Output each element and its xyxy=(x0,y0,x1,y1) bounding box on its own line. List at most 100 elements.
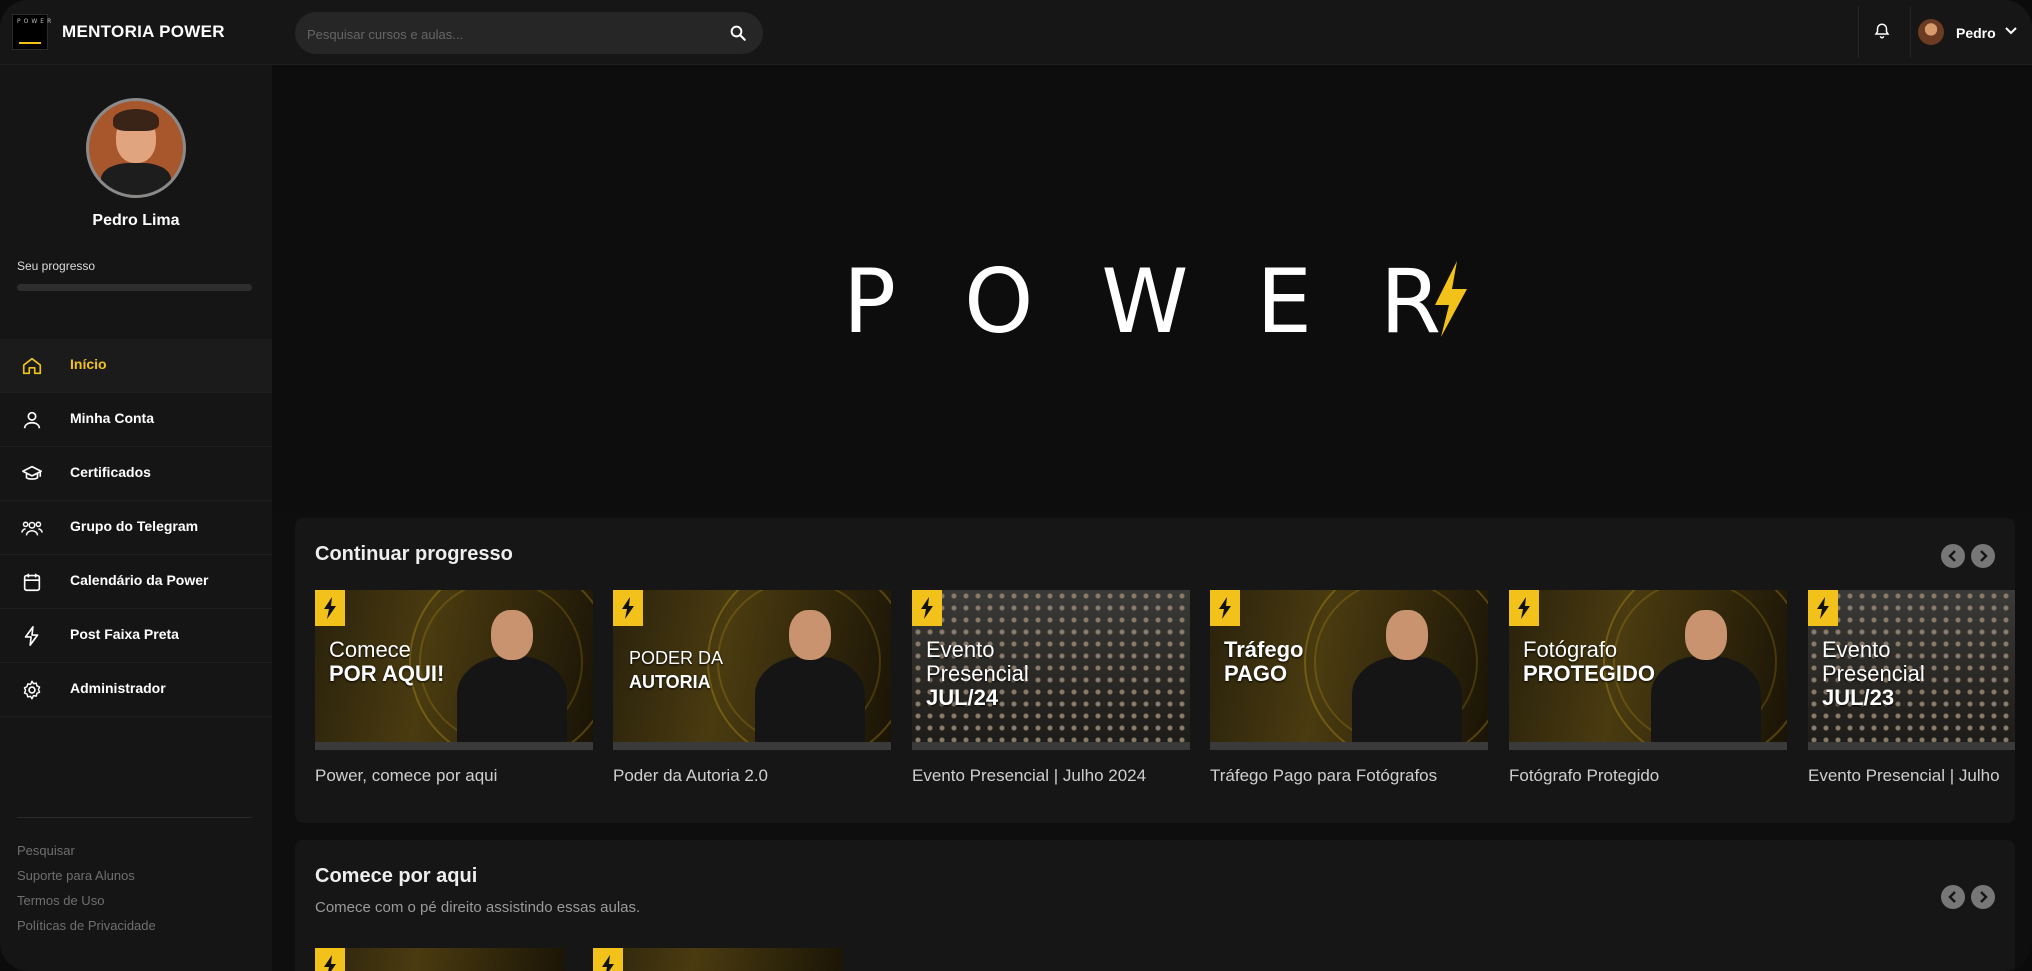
course-card[interactable] xyxy=(315,948,593,971)
carousel-prev-button[interactable] xyxy=(1941,544,1965,568)
carousel-arrows xyxy=(1941,885,1995,909)
section-continuar-progresso: Continuar progresso Comece POR AQUI! Powe… xyxy=(295,518,2015,823)
carousel-next-button[interactable] xyxy=(1971,885,1995,909)
logo-text: POWER xyxy=(17,18,55,25)
user-menu-name: Pedro xyxy=(1956,25,1996,41)
footer-link-privacidade[interactable]: Políticas de Privacidade xyxy=(17,916,156,941)
hero-banner: POWER xyxy=(272,65,2032,513)
search-icon[interactable] xyxy=(729,24,747,42)
lightning-icon xyxy=(324,955,336,971)
course-thumbnail[interactable]: PODER DA AUTORIA xyxy=(613,590,891,750)
graduation-cap-icon xyxy=(22,465,42,480)
logo[interactable]: POWER xyxy=(12,14,55,50)
course-thumbnail[interactable]: Evento Presencial JUL/24 xyxy=(912,590,1190,750)
lightning-icon xyxy=(622,597,634,619)
chevron-right-icon xyxy=(1980,550,1988,562)
course-title[interactable]: Power, comece por aqui xyxy=(315,766,497,786)
top-bar: POWER MENTORIA POWER Pedro xyxy=(0,0,2032,65)
power-badge xyxy=(613,590,643,626)
course-thumbnail[interactable]: Evento Presencial JUL/23 xyxy=(1808,590,2015,750)
thumbnail-title: Fotógrafo PROTEGIDO xyxy=(1523,637,1656,686)
course-thumbnail[interactable]: Tráfego PAGO xyxy=(1210,590,1488,750)
footer-link-pesquisar[interactable]: Pesquisar xyxy=(17,841,156,866)
sidebar-item-minha-conta[interactable]: Minha Conta xyxy=(0,393,272,447)
lightning-icon xyxy=(24,626,39,646)
profile-name: Pedro Lima xyxy=(92,212,180,229)
power-badge xyxy=(912,590,942,626)
thumbnail-title: Tráfego PAGO xyxy=(1224,637,1304,686)
sidebar-item-administrador[interactable]: Administrador xyxy=(0,663,272,717)
power-badge xyxy=(1808,590,1838,626)
course-title[interactable]: Evento Presencial | Julho xyxy=(1808,766,2000,786)
lightning-icon xyxy=(1435,261,1467,337)
lightning-icon xyxy=(1817,597,1829,619)
lightning-icon xyxy=(324,597,336,619)
search-input[interactable] xyxy=(305,12,709,56)
gear-icon xyxy=(23,680,41,700)
course-card[interactable]: Tráfego PAGO Tráfego Pago para Fotógrafos xyxy=(1210,590,1488,785)
section-title: Continuar progresso xyxy=(315,543,513,565)
course-thumbnail[interactable]: Comece POR AQUI! xyxy=(315,590,593,750)
course-card[interactable]: Evento Presencial JUL/23 Evento Presencial… xyxy=(1808,590,2015,785)
carousel-arrows xyxy=(1941,544,1995,568)
sidebar: Pedro Lima Seu progresso Início Minha Co… xyxy=(0,65,272,971)
thumbnail-title: Comece POR AQUI! xyxy=(329,637,445,686)
thumbnail-title: PODER DA AUTORIA xyxy=(629,648,724,692)
section-comece-por-aqui: Comece por aqui Comece com o pé direito … xyxy=(295,840,2015,971)
course-card[interactable]: Fotógrafo PROTEGIDO Fotógrafo Protegido xyxy=(1509,590,1787,785)
course-card[interactable]: Evento Presencial JUL/24 Evento Presencial… xyxy=(912,590,1190,785)
sidebar-item-label: Início xyxy=(70,356,107,372)
sidebar-item-label: Administrador xyxy=(70,680,166,696)
sidebar-item-certificados[interactable]: Certificados xyxy=(0,447,272,501)
sidebar-menu: Início Minha Conta Certificados Grupo do… xyxy=(0,339,272,717)
sidebar-item-inicio[interactable]: Início xyxy=(0,339,272,393)
lightning-icon xyxy=(1518,597,1530,619)
power-badge xyxy=(1509,590,1539,626)
sidebar-item-grupo-telegram[interactable]: Grupo do Telegram xyxy=(0,501,272,555)
course-title[interactable]: Fotógrafo Protegido xyxy=(1509,766,1659,786)
chevron-right-icon xyxy=(1980,891,1988,903)
progress-bar xyxy=(17,284,252,291)
lightning-icon xyxy=(921,597,933,619)
hero-wordmark: POWER xyxy=(843,250,1510,353)
home-icon xyxy=(22,357,42,375)
course-title[interactable]: Evento Presencial | Julho 2024 xyxy=(912,766,1146,786)
search-bar xyxy=(295,12,763,56)
lightning-icon xyxy=(602,955,614,971)
avatar xyxy=(1918,19,1944,45)
topbar-divider xyxy=(1910,6,1911,58)
thumbnail-title: Evento Presencial JUL/23 xyxy=(1822,637,1925,710)
section-title: Comece por aqui xyxy=(315,865,478,887)
topbar-divider xyxy=(1858,6,1859,58)
course-thumbnail[interactable] xyxy=(315,948,565,971)
sidebar-item-label: Calendário da Power xyxy=(70,572,209,588)
chevron-down-icon xyxy=(2005,27,2017,35)
course-title[interactable]: Tráfego Pago para Fotógrafos xyxy=(1210,766,1437,786)
user-icon xyxy=(23,411,41,429)
sidebar-item-calendario[interactable]: Calendário da Power xyxy=(0,555,272,609)
course-thumbnail[interactable]: Fotógrafo PROTEGIDO xyxy=(1509,590,1787,750)
course-card[interactable] xyxy=(593,948,871,971)
progress-label: Seu progresso xyxy=(17,259,96,273)
carousel-next-button[interactable] xyxy=(1971,544,1995,568)
footer-link-suporte[interactable]: Suporte para Alunos xyxy=(17,866,156,891)
footer-link-termos[interactable]: Termos de Uso xyxy=(17,891,156,916)
brand-name[interactable]: MENTORIA POWER xyxy=(62,22,225,42)
power-badge xyxy=(315,948,345,971)
sidebar-divider xyxy=(17,817,252,818)
chevron-left-icon xyxy=(1948,550,1956,562)
chevron-left-icon xyxy=(1948,891,1956,903)
course-card[interactable]: Comece POR AQUI! Power, comece por aqui xyxy=(315,590,593,785)
bell-icon[interactable] xyxy=(1873,21,1891,41)
logo-accent-bar xyxy=(19,42,41,44)
carousel-prev-button[interactable] xyxy=(1941,885,1965,909)
calendar-icon xyxy=(23,573,41,592)
sidebar-item-post-faixa-preta[interactable]: Post Faixa Preta xyxy=(0,609,272,663)
thumbnail-title: Evento Presencial JUL/24 xyxy=(926,637,1029,710)
course-card[interactable]: PODER DA AUTORIA Poder da Autoria 2.0 xyxy=(613,590,891,785)
power-badge xyxy=(1210,590,1240,626)
app-window: POWER MENTORIA POWER Pedro Pedro Lima Se… xyxy=(0,0,2032,971)
course-title[interactable]: Poder da Autoria 2.0 xyxy=(613,766,768,786)
power-badge xyxy=(593,948,623,971)
course-thumbnail[interactable] xyxy=(593,948,843,971)
